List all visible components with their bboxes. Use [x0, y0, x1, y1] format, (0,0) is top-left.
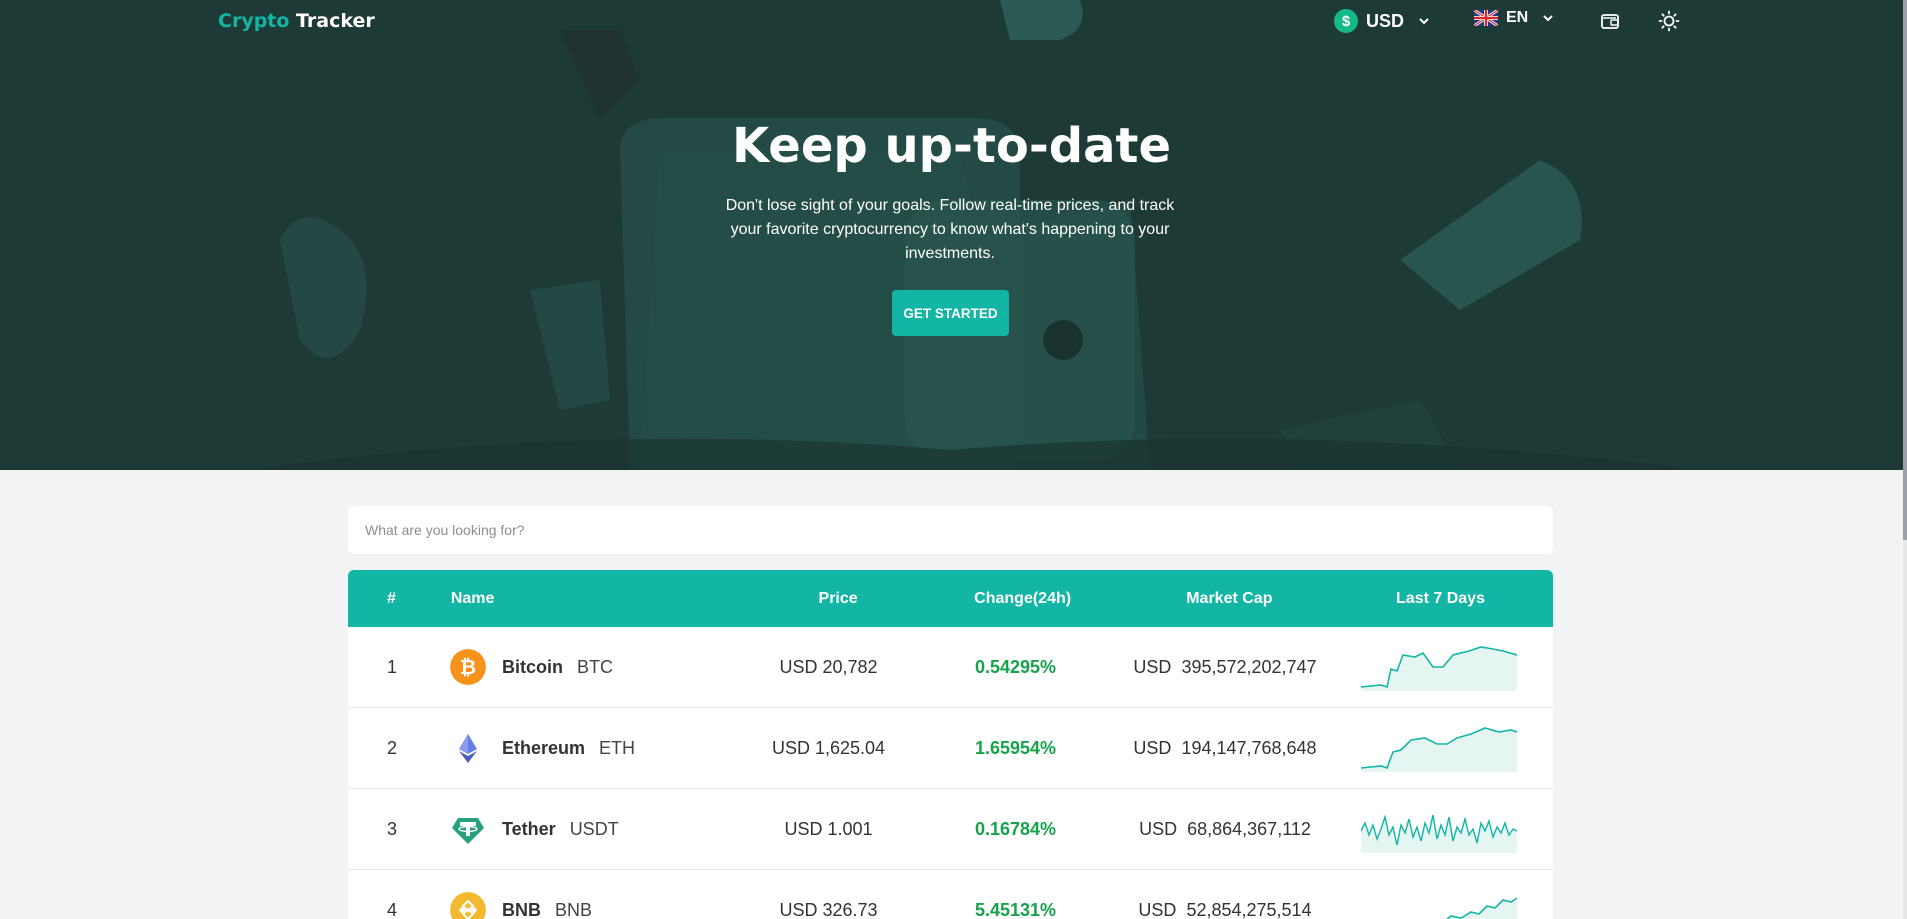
- bnb-icon: [450, 892, 486, 919]
- currency-label: USD: [1366, 10, 1405, 31]
- coin-change: 5.45131%: [974, 899, 1057, 919]
- coin-change: 0.54295%: [974, 656, 1057, 677]
- sparkline: [1445, 897, 1517, 919]
- col-header-market-cap[interactable]: Market Cap: [1131, 590, 1328, 608]
- market-cap-value: 395,572,202,747: [1181, 656, 1317, 677]
- top-nav: Crypto Tracker $ USD EN: [0, 0, 1903, 44]
- hero-banner: Crypto Tracker $ USD EN Keep up-to-date …: [0, 0, 1903, 470]
- col-header-rank[interactable]: #: [348, 590, 435, 608]
- sparkline-cell: [1325, 886, 1553, 919]
- coin-market-cap: USD 395,572,202,747: [1125, 657, 1325, 678]
- language-selector[interactable]: EN: [1474, 9, 1554, 27]
- search-input[interactable]: [348, 506, 1553, 554]
- coin-name: Ethereum: [502, 737, 586, 758]
- coin-market-cap: USD 194,147,768,648: [1125, 738, 1325, 759]
- sparkline: [1361, 646, 1517, 691]
- coin-price: USD 326.73: [779, 899, 878, 919]
- coin-symbol: USDT: [569, 818, 619, 839]
- uk-flag-icon: [1474, 10, 1498, 26]
- row-rank: 3: [386, 818, 397, 839]
- coin-price: USD 1.001: [784, 818, 873, 839]
- market-cap-currency: USD: [1133, 656, 1172, 677]
- crypto-table: # Name Price Change(24h) Market Cap Last…: [348, 570, 1553, 919]
- market-cap-currency: USD: [1133, 737, 1172, 758]
- ethereum-icon: [459, 734, 477, 763]
- dollar-coin-icon: $: [1334, 9, 1358, 33]
- market-cap-value: 194,147,768,648: [1181, 737, 1317, 758]
- tether-icon: [452, 818, 484, 844]
- currency-selector[interactable]: $ USD: [1334, 9, 1430, 33]
- bitcoin-icon: ₿: [450, 649, 486, 685]
- hero-title: Keep up-to-date: [731, 118, 1172, 174]
- page-scrollbar[interactable]: [1903, 0, 1907, 919]
- coin-symbol: BNB: [555, 899, 593, 919]
- coin-name-cell: BNB BNB: [436, 892, 751, 919]
- table-header: # Name Price Change(24h) Market Cap Last…: [348, 570, 1553, 627]
- brand-logo[interactable]: Crypto Tracker: [218, 10, 375, 32]
- market-cap-value: 68,864,367,112: [1187, 818, 1311, 839]
- coin-market-cap: USD 52,854,275,514: [1125, 900, 1325, 919]
- scrollbar-thumb[interactable]: [1903, 0, 1907, 540]
- col-header-last-7-days: Last 7 Days: [1396, 589, 1485, 607]
- table-row[interactable]: 1 ₿ Bitcoin BTC USD 20,782 0.54295% USD 3…: [348, 627, 1553, 708]
- table-row[interactable]: 3 Tether USDT USD 1.001 0.16784% USD 68,8…: [348, 789, 1553, 870]
- coin-change: 1.65954%: [974, 737, 1057, 758]
- coin-name-cell: Ethereum ETH: [436, 730, 751, 766]
- brand-logo-part1: Crypto: [218, 10, 290, 32]
- col-header-price[interactable]: Price: [762, 590, 915, 608]
- sparkline-cell: [1325, 724, 1553, 772]
- brand-logo-part2: Tracker: [289, 10, 375, 32]
- svg-text:₿: ₿: [460, 655, 476, 679]
- col-header-change[interactable]: Change(24h): [915, 590, 1131, 608]
- coin-name-cell: Tether USDT: [436, 811, 751, 847]
- wallet-icon[interactable]: [1599, 10, 1621, 32]
- coin-name: Bitcoin: [502, 656, 563, 677]
- get-started-button[interactable]: GET STARTED: [892, 290, 1009, 336]
- coin-market-cap: USD 68,864,367,112: [1125, 819, 1325, 840]
- hero-subtitle: Don't lose sight of your goals. Follow r…: [725, 197, 1175, 262]
- sparkline-cell: [1325, 643, 1553, 691]
- market-cap-value: 52,854,275,514: [1186, 899, 1312, 919]
- coin-name-cell: ₿ Bitcoin BTC: [436, 649, 751, 685]
- coin-price: USD 1,625.04: [771, 737, 886, 758]
- row-rank: 4: [386, 899, 397, 919]
- row-rank: 1: [386, 656, 397, 677]
- coin-name: BNB: [502, 899, 541, 919]
- language-label: EN: [1506, 9, 1529, 26]
- row-rank: 2: [386, 737, 397, 758]
- coin-change: 0.16784%: [974, 818, 1057, 839]
- chevron-down-icon: [1419, 18, 1429, 25]
- chevron-down-icon: [1543, 15, 1553, 22]
- sparkline: [1361, 727, 1517, 772]
- market-cap-currency: USD: [1138, 899, 1177, 919]
- coin-symbol: ETH: [599, 737, 636, 758]
- sparkline-cell: [1325, 805, 1553, 853]
- coin-symbol: BTC: [577, 656, 613, 677]
- market-cap-currency: USD: [1139, 818, 1178, 839]
- table-row[interactable]: 4 BNB BNB USD 326.73 5.45131% USD 52,854,…: [348, 870, 1553, 919]
- sparkline: [1361, 814, 1517, 853]
- col-header-name[interactable]: Name: [451, 590, 762, 608]
- table-row[interactable]: 2 Ethereum ETH USD 1,625.04 1.65954% USD…: [348, 708, 1553, 789]
- coin-price: USD 20,782: [779, 656, 878, 677]
- coin-name: Tether: [502, 818, 556, 839]
- sun-icon[interactable]: [1658, 10, 1680, 32]
